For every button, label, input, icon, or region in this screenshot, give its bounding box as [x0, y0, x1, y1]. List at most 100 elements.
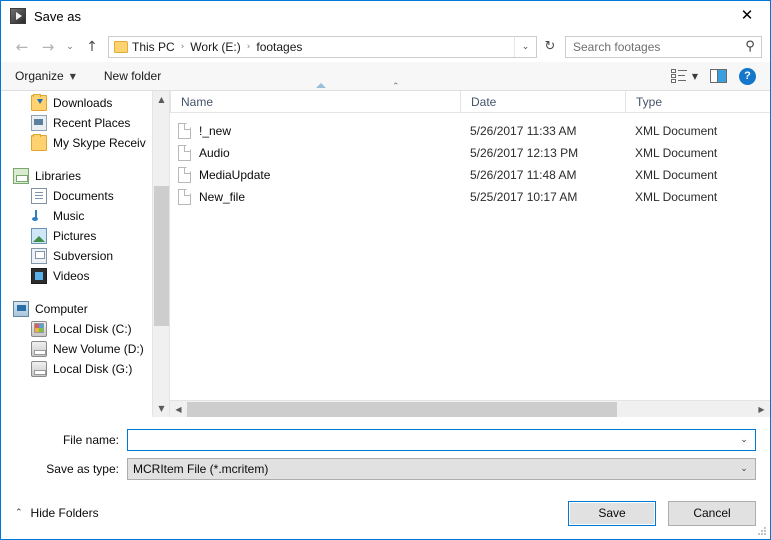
filename-combobox[interactable]: ⌄ [127, 429, 756, 451]
file-type-cell: XML Document [635, 124, 718, 138]
sidebar-item-new-volume-d[interactable]: New Volume (D:) [1, 339, 169, 359]
sidebar-item-local-disk-g[interactable]: Local Disk (G:) [1, 359, 169, 379]
dialog-footer: ⌃ Hide Folders Save Cancel [1, 487, 770, 539]
music-icon [31, 208, 47, 224]
sidebar-item-music[interactable]: Music [1, 206, 169, 226]
navigation-list: Downloads Recent Places My Skype Receiv … [1, 91, 169, 379]
search-icon: ⚲ [745, 39, 755, 54]
file-date-cell: 5/26/2017 12:13 PM [470, 146, 579, 160]
scroll-down-icon[interactable]: ▼ [153, 400, 169, 417]
videos-icon [31, 268, 47, 284]
file-list-horizontal-scrollbar[interactable]: ◀ ▶ [170, 400, 770, 417]
scroll-right-icon[interactable]: ▶ [753, 401, 770, 418]
refresh-icon[interactable]: ↻ [539, 36, 561, 58]
help-button[interactable]: ? [733, 64, 762, 88]
table-row[interactable]: !_new 5/26/2017 11:33 AM XML Document [170, 120, 770, 142]
chevron-down-icon[interactable]: ⌄ [733, 459, 755, 479]
sidebar-item-label: Libraries [35, 169, 82, 183]
resize-grip[interactable] [757, 526, 767, 536]
forward-icon[interactable]: → [35, 34, 61, 60]
sidebar-item-label: Music [53, 209, 85, 223]
file-list-pane: ⌃ Name Date Type !_new 5/26/2017 11:33 A… [170, 82, 770, 417]
scroll-left-icon[interactable]: ◀ [170, 401, 187, 418]
command-toolbar: Organize ▼ New folder ▼ ? [1, 62, 770, 91]
hide-folders-label: Hide Folders [30, 506, 99, 520]
toolbar-right-group: ▼ ? [665, 64, 762, 88]
savetype-label: Save as type: [46, 462, 119, 476]
chevron-down-icon[interactable]: ⌄ [514, 36, 536, 57]
file-name-label: !_new [199, 124, 232, 138]
file-name-label: MediaUpdate [199, 168, 271, 182]
column-resize-indicator: ⌃ [392, 82, 400, 92]
organize-button[interactable]: Organize ▼ [15, 62, 86, 90]
sidebar-item-local-disk-c[interactable]: Local Disk (C:) [1, 319, 169, 339]
cancel-button[interactable]: Cancel [668, 500, 756, 526]
breadcrumb-item-0[interactable]: This PC [132, 40, 175, 54]
sidebar-item-pictures[interactable]: Pictures [1, 226, 169, 246]
table-row[interactable]: MediaUpdate 5/26/2017 11:48 AM XML Docum… [170, 164, 770, 186]
sidebar-item-videos[interactable]: Videos [1, 266, 169, 286]
back-icon[interactable]: ← [9, 34, 35, 60]
sidebar-scrollbar[interactable]: ▲ ▼ [152, 91, 169, 417]
view-list-icon [670, 69, 687, 83]
hide-folders-button[interactable]: ⌃ Hide Folders [15, 506, 99, 520]
help-icon: ? [739, 67, 756, 85]
action-buttons: Save Cancel [568, 500, 756, 526]
breadcrumb-item-2[interactable]: footages [256, 40, 302, 54]
sidebar-item-my-skype-received[interactable]: My Skype Receiv [1, 133, 169, 153]
column-headers: ⌃ Name Date Type [170, 82, 770, 113]
scroll-up-icon[interactable]: ▲ [153, 91, 169, 108]
file-name-cell: !_new [170, 123, 460, 139]
up-icon[interactable]: ↑ [79, 34, 105, 60]
sidebar-item-label: New Volume (D:) [53, 342, 144, 356]
scrollbar-track[interactable] [187, 401, 753, 418]
recent-locations-icon[interactable]: ⌄ [61, 34, 79, 60]
column-header-type[interactable]: Type [625, 91, 770, 112]
file-name-cell: Audio [170, 145, 460, 161]
save-form: File name: ⌄ Save as type: MCRItem File … [1, 417, 770, 487]
libraries-icon [13, 168, 29, 184]
breadcrumb-item-1[interactable]: Work (E:) [190, 40, 240, 54]
organize-label: Organize [15, 69, 64, 83]
filename-row: File name: ⌄ [15, 429, 756, 451]
filename-input[interactable] [128, 431, 733, 449]
sidebar-item-label: Computer [35, 302, 88, 316]
close-icon[interactable]: ✕ [724, 1, 770, 30]
savetype-combobox[interactable]: MCRItem File (*.mcritem) ⌄ [127, 458, 756, 480]
table-row[interactable]: Audio 5/26/2017 12:13 PM XML Document [170, 142, 770, 164]
column-header-name[interactable]: Name [170, 91, 460, 112]
column-header-date[interactable]: Date [460, 91, 625, 112]
sort-indicator-icon [316, 83, 326, 88]
folder-icon [31, 134, 47, 151]
sidebar-item-downloads[interactable]: Downloads [1, 93, 169, 113]
search-box[interactable]: ⚲ [565, 35, 762, 58]
navigation-pane: Downloads Recent Places My Skype Receiv … [1, 91, 170, 417]
chevron-down-icon[interactable]: ⌄ [733, 430, 755, 450]
dialog-body: Downloads Recent Places My Skype Receiv … [1, 82, 770, 417]
table-row[interactable]: New_file 5/25/2017 10:17 AM XML Document [170, 186, 770, 208]
preview-pane-button[interactable] [704, 64, 733, 88]
save-button[interactable]: Save [568, 500, 656, 526]
chevron-down-icon: ▼ [69, 71, 76, 81]
new-folder-button[interactable]: New folder [104, 62, 171, 90]
breadcrumb-separator: › [180, 41, 185, 52]
sidebar-item-recent-places[interactable]: Recent Places [1, 113, 169, 133]
sidebar-item-libraries[interactable]: Libraries [1, 166, 169, 186]
sidebar-item-documents[interactable]: Documents [1, 186, 169, 206]
sidebar-item-label: Pictures [53, 229, 97, 243]
savetype-value: MCRItem File (*.mcritem) [133, 462, 269, 476]
sidebar-item-label: Downloads [53, 96, 113, 110]
sidebar-item-label: Subversion [53, 249, 114, 263]
search-input[interactable] [566, 37, 739, 56]
sidebar-item-subversion[interactable]: Subversion [1, 246, 169, 266]
scrollbar-thumb[interactable] [187, 401, 618, 417]
file-icon [178, 167, 191, 183]
sidebar-item-label: Videos [53, 269, 90, 283]
address-bar[interactable]: This PC › Work (E:) › footages ⌄ [108, 35, 537, 58]
scrollbar-thumb[interactable] [154, 186, 169, 326]
file-date-cell: 5/25/2017 10:17 AM [470, 190, 578, 204]
file-type-cell: XML Document [635, 190, 718, 204]
change-view-button[interactable]: ▼ [665, 64, 704, 88]
sidebar-item-computer[interactable]: Computer [1, 299, 169, 319]
